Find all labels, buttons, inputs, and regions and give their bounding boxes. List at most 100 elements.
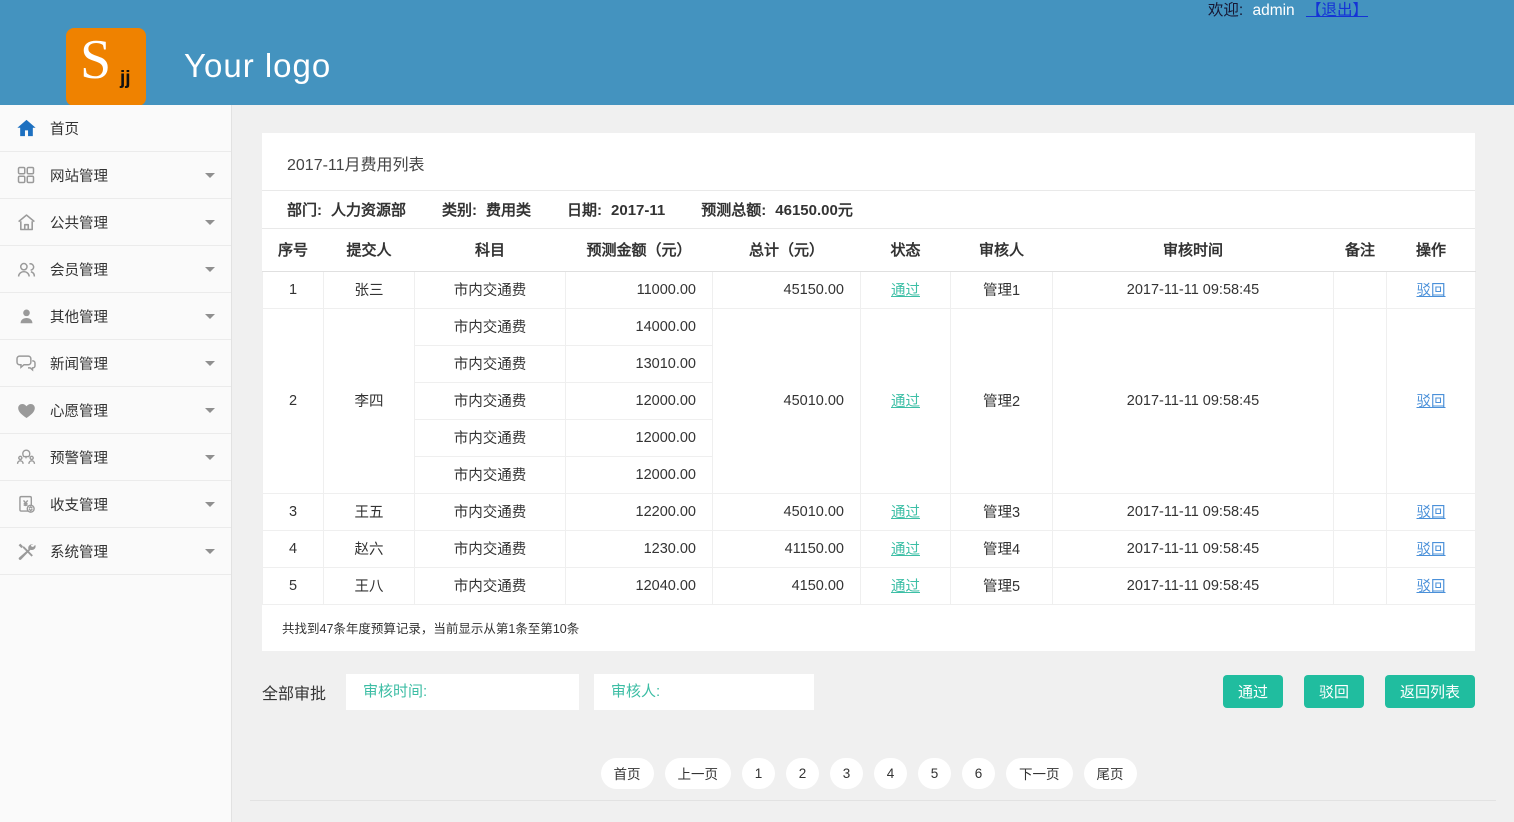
cell-action: 驳回 — [1387, 567, 1476, 604]
review-time-input[interactable] — [346, 674, 579, 710]
cell-no: 2 — [263, 308, 324, 493]
cell-status: 通过 — [861, 308, 951, 493]
chevron-down-icon — [205, 314, 215, 319]
cell-time: 2017-11-11 09:58:45 — [1053, 308, 1334, 493]
column-header: 序号 — [263, 229, 324, 271]
status-pass-link[interactable]: 通过 — [891, 283, 920, 299]
reject-link[interactable]: 驳回 — [1417, 283, 1446, 299]
reject-link[interactable]: 驳回 — [1417, 579, 1446, 595]
sidebar-item-other[interactable]: 其他管理 — [0, 293, 231, 340]
cell-subject: 市内交通费 — [415, 567, 566, 604]
approval-buttons: 通过 驳回 返回列表 — [1223, 675, 1475, 708]
cell-reviewer: 管理4 — [951, 530, 1053, 567]
column-header: 总计（元） — [713, 229, 861, 271]
welcome-bar: 欢迎: admin 【退出】 — [1208, 0, 1368, 20]
pagination-5[interactable]: 5 — [918, 758, 951, 789]
reviewer-input[interactable] — [594, 674, 814, 710]
status-pass-link[interactable]: 通过 — [891, 394, 920, 410]
cell-status: 通过 — [861, 567, 951, 604]
table-row: 1张三市内交通费11000.0045150.00通过管理12017-11-11 … — [263, 271, 1476, 308]
sidebar-item-label: 新闻管理 — [50, 353, 108, 374]
sidebar-item-label: 预警管理 — [50, 447, 108, 468]
pagination-1[interactable]: 1 — [742, 758, 775, 789]
reject-link[interactable]: 驳回 — [1417, 542, 1446, 558]
cell-remark — [1334, 567, 1387, 604]
filter-label: 类别: — [442, 202, 477, 219]
pagination-first[interactable]: 首页 — [601, 758, 654, 789]
cell-time: 2017-11-11 09:58:45 — [1053, 530, 1334, 567]
cell-remark — [1334, 271, 1387, 308]
cell-subject: 市内交通费 — [415, 382, 566, 419]
cell-amount: 11000.00 — [566, 271, 713, 308]
sidebar-item-warning[interactable]: 预警管理 — [0, 434, 231, 481]
cell-submitter: 王八 — [324, 567, 415, 604]
pagination-2[interactable]: 2 — [786, 758, 819, 789]
cell-amount: 12000.00 — [566, 382, 713, 419]
sidebar-item-label: 心愿管理 — [50, 400, 108, 421]
cell-amount: 12040.00 — [566, 567, 713, 604]
cell-no: 1 — [263, 271, 324, 308]
filter-bar: 部门:人力资源部类别:费用类日期:2017-11预测总额:46150.00元 — [262, 191, 1475, 229]
cell-total: 45010.00 — [713, 308, 861, 493]
sidebar: 首页网站管理公共管理会员管理其他管理新闻管理心愿管理预警管理收支管理系统管理 — [0, 105, 232, 822]
sidebar-item-members[interactable]: 会员管理 — [0, 246, 231, 293]
pagination: 首页上一页 123456 下一页尾页 — [262, 758, 1475, 789]
cell-amount: 1230.00 — [566, 530, 713, 567]
pagination-6[interactable]: 6 — [962, 758, 995, 789]
status-pass-link[interactable]: 通过 — [891, 579, 920, 595]
sidebar-item-system[interactable]: 系统管理 — [0, 528, 231, 575]
column-header: 预测金额（元） — [566, 229, 713, 271]
status-pass-link[interactable]: 通过 — [891, 542, 920, 558]
cell-amount: 14000.00 — [566, 308, 713, 345]
users-icon — [13, 259, 39, 280]
cell-remark — [1334, 530, 1387, 567]
sidebar-item-finance[interactable]: 收支管理 — [0, 481, 231, 528]
sidebar-item-label: 其他管理 — [50, 306, 108, 327]
expense-table: 序号提交人科目预测金额（元）总计（元）状态审核人审核时间备注操作 1张三市内交通… — [262, 229, 1476, 605]
sidebar-item-label: 首页 — [50, 118, 79, 139]
filter-value: 费用类 — [486, 202, 531, 219]
main-content: 2017-11月费用列表 部门:人力资源部类别:费用类日期:2017-11预测总… — [232, 105, 1514, 822]
cell-no: 4 — [263, 530, 324, 567]
sidebar-item-wish[interactable]: 心愿管理 — [0, 387, 231, 434]
back-to-list-button[interactable]: 返回列表 — [1385, 675, 1475, 708]
approve-button[interactable]: 通过 — [1223, 675, 1283, 708]
logout-link[interactable]: 【退出】 — [1306, 2, 1368, 19]
cell-time: 2017-11-11 09:58:45 — [1053, 567, 1334, 604]
pagination-4[interactable]: 4 — [874, 758, 907, 789]
approval-bar: 全部审批 通过 驳回 返回列表 — [262, 674, 1475, 710]
status-pass-link[interactable]: 通过 — [891, 505, 920, 521]
filter-group: 部门:人力资源部 — [287, 199, 406, 220]
chat-icon — [13, 352, 39, 374]
welcome-label: 欢迎: — [1208, 2, 1243, 19]
sidebar-item-site[interactable]: 网站管理 — [0, 152, 231, 199]
cell-total: 41150.00 — [713, 530, 861, 567]
chevron-down-icon — [205, 361, 215, 366]
cell-reviewer: 管理3 — [951, 493, 1053, 530]
reject-link[interactable]: 驳回 — [1417, 505, 1446, 521]
cell-action: 驳回 — [1387, 530, 1476, 567]
logo-badge-sub: jj — [120, 68, 131, 90]
reject-link[interactable]: 驳回 — [1417, 394, 1446, 410]
chevron-down-icon — [205, 267, 215, 272]
home-outline-icon — [13, 212, 39, 233]
alert-icon — [13, 446, 39, 468]
reject-button[interactable]: 驳回 — [1304, 675, 1364, 708]
sidebar-item-news[interactable]: 新闻管理 — [0, 340, 231, 387]
cell-reviewer: 管理5 — [951, 567, 1053, 604]
record-summary: 共找到47条年度预算记录，当前显示从第1条至第10条 — [262, 605, 1475, 651]
filter-label: 部门: — [287, 202, 322, 219]
cell-time: 2017-11-11 09:58:45 — [1053, 271, 1334, 308]
pagination-prev[interactable]: 上一页 — [665, 758, 732, 789]
sidebar-item-public[interactable]: 公共管理 — [0, 199, 231, 246]
heart-icon — [13, 400, 39, 421]
pagination-3[interactable]: 3 — [830, 758, 863, 789]
column-header: 审核人 — [951, 229, 1053, 271]
pagination-last[interactable]: 尾页 — [1084, 758, 1137, 789]
pagination-next[interactable]: 下一页 — [1006, 758, 1073, 789]
sidebar-item-home[interactable]: 首页 — [0, 105, 231, 152]
cell-submitter: 王五 — [324, 493, 415, 530]
chevron-down-icon — [205, 455, 215, 460]
filter-label: 预测总额: — [701, 202, 766, 219]
logo-badge-letter: S — [80, 28, 111, 92]
